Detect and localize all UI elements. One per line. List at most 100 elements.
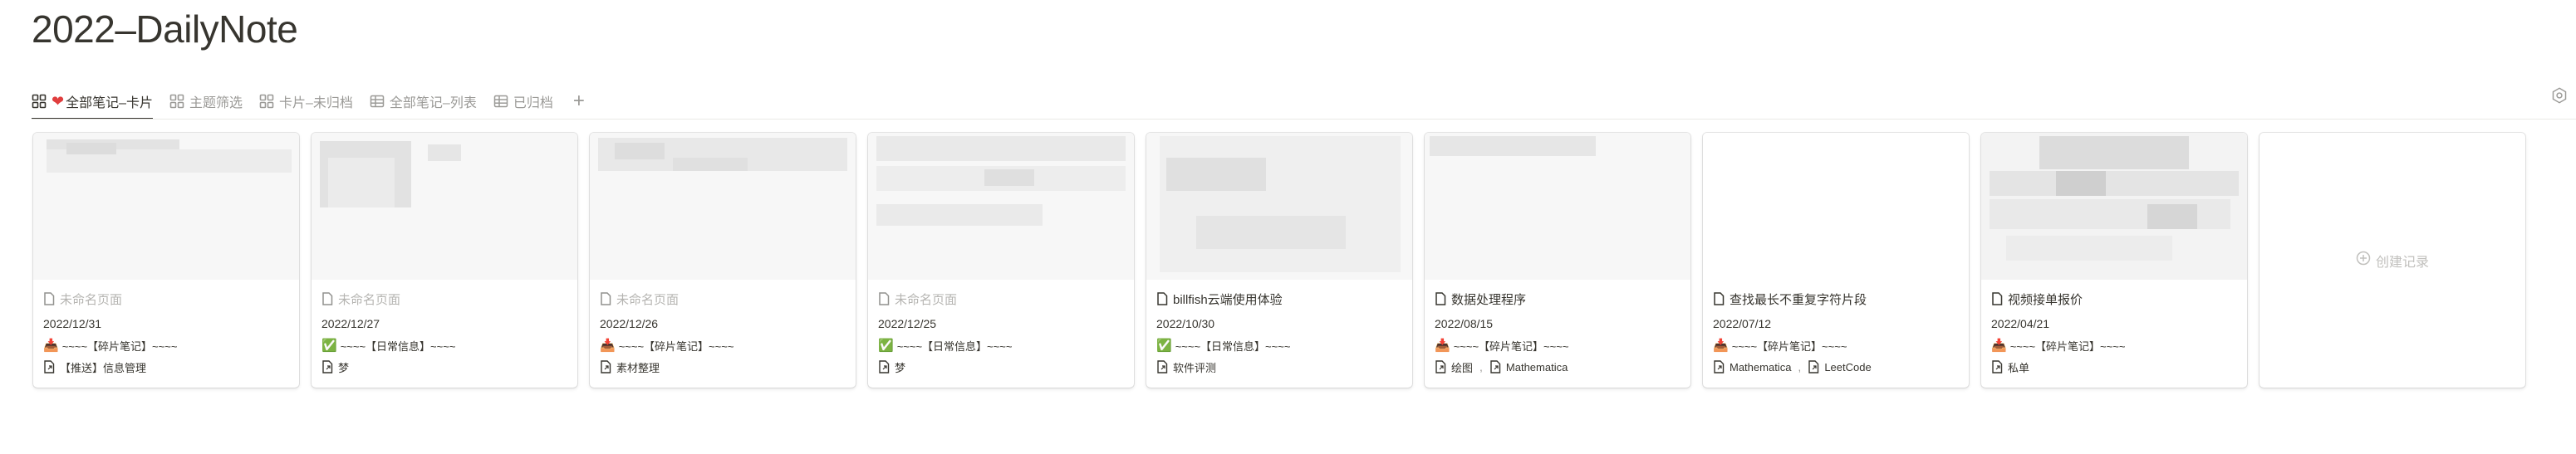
gallery-board: 未命名页面 2022/12/31 📥 ~~~~【碎片笔记】~~~~ 【推送】信息管… bbox=[33, 133, 2525, 388]
card-tag[interactable]: 【推送】信息管理 bbox=[60, 359, 146, 375]
card-category: ~~~~【日常信息】~~~~ bbox=[896, 339, 1013, 353]
page-icon bbox=[1435, 292, 1446, 305]
card-cover bbox=[33, 133, 299, 280]
card-cover bbox=[1146, 133, 1412, 280]
card-cover bbox=[1703, 133, 1969, 280]
card-date: 2022/04/21 bbox=[1991, 317, 2050, 330]
heart-icon: ❤ bbox=[52, 92, 65, 110]
card-category: ~~~~【碎片笔记】~~~~ bbox=[2009, 339, 2126, 353]
inbox-tray-icon: 📥 bbox=[1713, 339, 1729, 353]
tab-archived[interactable]: 已归档 bbox=[493, 83, 553, 120]
tab-all-notes-list[interactable]: 全部笔记–列表 bbox=[370, 83, 477, 120]
gallery-card[interactable]: 未命名页面 2022/12/31 📥 ~~~~【碎片笔记】~~~~ 【推送】信息管… bbox=[33, 133, 299, 388]
card-title: 视频接单报价 bbox=[2008, 292, 2083, 307]
gallery-card[interactable]: 未命名页面 2022/12/25 ✅ ~~~~【日常信息】~~~~ 梦 bbox=[868, 133, 1134, 388]
card-cover bbox=[312, 133, 577, 280]
inbox-tray-icon: 📥 bbox=[600, 339, 616, 353]
card-tag[interactable]: 软件评测 bbox=[1173, 359, 1216, 375]
page-title: 2022–DailyNote bbox=[32, 7, 298, 51]
tab-label: 全部笔记–卡片 bbox=[66, 96, 153, 110]
card-category: ~~~~【碎片笔记】~~~~ bbox=[1453, 339, 1569, 353]
table-icon bbox=[370, 94, 385, 109]
page-link-icon bbox=[321, 360, 333, 373]
card-date: 2022/07/12 bbox=[1713, 317, 1772, 330]
page-link-icon bbox=[1435, 360, 1446, 373]
tab-label: 主题筛选 bbox=[189, 96, 243, 110]
page-icon bbox=[878, 292, 890, 305]
page-icon bbox=[1713, 292, 1725, 305]
card-tag[interactable]: 梦 bbox=[895, 359, 905, 375]
page-link-icon bbox=[878, 360, 890, 373]
card-tag[interactable]: 私单 bbox=[2008, 359, 2029, 375]
gallery-card[interactable]: billfish云端使用体验 2022/10/30 ✅ ~~~~【日常信息】~~~… bbox=[1146, 133, 1412, 388]
card-cover bbox=[868, 133, 1134, 280]
page-link-icon bbox=[1713, 360, 1725, 373]
page-link-icon bbox=[1808, 360, 1819, 373]
view-tabs: ❤ 全部笔记–卡片 主题筛选 卡片–未归档 全部笔记–列表 已归档 + bbox=[32, 83, 585, 120]
new-record-button[interactable]: 创建记录 bbox=[2260, 133, 2525, 388]
plus-circle-icon bbox=[2356, 251, 2371, 270]
gallery-card[interactable]: 未命名页面 2022/12/27 ✅ ~~~~【日常信息】~~~~ 梦 bbox=[312, 133, 577, 388]
card-tag[interactable]: Mathematica bbox=[1730, 361, 1791, 373]
page-icon bbox=[1991, 292, 2003, 305]
card-date: 2022/08/15 bbox=[1435, 317, 1494, 330]
page-icon bbox=[600, 292, 611, 305]
gallery-card[interactable]: 未命名页面 2022/12/26 📥 ~~~~【碎片笔记】~~~~ 素材整理 bbox=[590, 133, 856, 388]
page-icon bbox=[1156, 292, 1168, 305]
card-category: ~~~~【碎片笔记】~~~~ bbox=[61, 339, 178, 353]
card-category: ~~~~【碎片笔记】~~~~ bbox=[1731, 339, 1847, 353]
add-view-button[interactable]: + bbox=[573, 90, 585, 113]
tab-all-notes-cards[interactable]: ❤ 全部笔记–卡片 bbox=[32, 83, 153, 120]
card-category: ~~~~【日常信息】~~~~ bbox=[1175, 339, 1291, 353]
card-cover bbox=[590, 133, 856, 280]
card-tag[interactable]: LeetCode bbox=[1824, 361, 1871, 373]
card-title: billfish云端使用体验 bbox=[1173, 292, 1283, 307]
gallery-icon bbox=[169, 94, 184, 109]
gallery-card[interactable]: 视频接单报价 2022/04/21 📥 ~~~~【碎片笔记】~~~~ 私单 bbox=[1981, 133, 2247, 388]
tab-label: 已归档 bbox=[513, 96, 553, 110]
tab-topic-filter[interactable]: 主题筛选 bbox=[169, 83, 243, 120]
card-date: 2022/12/26 bbox=[600, 317, 659, 330]
page-icon bbox=[43, 292, 55, 305]
inbox-tray-icon: 📥 bbox=[1991, 339, 2007, 353]
table-icon bbox=[493, 94, 508, 109]
gallery-icon bbox=[259, 94, 274, 109]
gallery-card[interactable]: 数据处理程序 2022/08/15 📥 ~~~~【碎片笔记】~~~~ 绘图 , M… bbox=[1425, 133, 1690, 388]
page-link-icon bbox=[1156, 360, 1168, 373]
page-icon bbox=[321, 292, 333, 305]
gallery-card[interactable]: 查找最长不重复字符片段 2022/07/12 📥 ~~~~【碎片笔记】~~~~ M… bbox=[1703, 133, 1969, 388]
new-record-label: 创建记录 bbox=[2375, 255, 2429, 270]
page-link-icon bbox=[600, 360, 611, 373]
settings-icon[interactable] bbox=[2550, 86, 2569, 109]
card-cover bbox=[1981, 133, 2247, 280]
page-link-icon bbox=[43, 360, 55, 373]
tab-cards-unarchived[interactable]: 卡片–未归档 bbox=[259, 83, 353, 120]
card-category: ~~~~【碎片笔记】~~~~ bbox=[618, 339, 734, 353]
check-mark-icon: ✅ bbox=[878, 339, 894, 353]
tabs-divider bbox=[32, 119, 2576, 120]
check-mark-icon: ✅ bbox=[1156, 339, 1172, 353]
card-title: 未命名页面 bbox=[895, 292, 958, 307]
card-date: 2022/12/31 bbox=[43, 317, 102, 330]
card-tag[interactable]: 素材整理 bbox=[616, 359, 660, 375]
card-title: 未命名页面 bbox=[60, 292, 123, 307]
card-tag[interactable]: Mathematica bbox=[1506, 361, 1568, 373]
inbox-tray-icon: 📥 bbox=[1435, 339, 1450, 353]
card-date: 2022/10/30 bbox=[1156, 317, 1215, 330]
card-tag[interactable]: 绘图 bbox=[1451, 359, 1473, 375]
page-link-icon bbox=[1991, 360, 2003, 373]
card-title: 数据处理程序 bbox=[1451, 292, 1527, 307]
card-category: ~~~~【日常信息】~~~~ bbox=[340, 339, 456, 353]
card-tag[interactable]: 梦 bbox=[338, 359, 349, 375]
card-title: 查找最长不重复字符片段 bbox=[1730, 292, 1867, 307]
inbox-tray-icon: 📥 bbox=[43, 339, 59, 353]
check-mark-icon: ✅ bbox=[321, 339, 337, 353]
tab-label: 卡片–未归档 bbox=[279, 96, 353, 110]
card-cover bbox=[1425, 133, 1690, 280]
gallery-icon bbox=[32, 94, 47, 109]
tab-label: 全部笔记–列表 bbox=[389, 96, 477, 110]
card-title: 未命名页面 bbox=[616, 292, 680, 307]
page-link-icon bbox=[1489, 360, 1501, 373]
card-date: 2022/12/27 bbox=[321, 317, 380, 330]
card-date: 2022/12/25 bbox=[878, 317, 937, 330]
